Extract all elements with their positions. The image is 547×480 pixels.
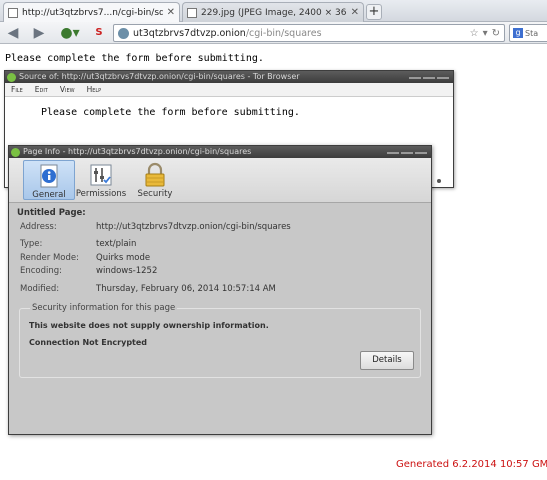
url-host: ut3qtzbrvs7dtvzp.onion [133,27,246,39]
encoding-value[interactable]: windows-1252 [96,266,157,276]
site-identity-icon[interactable] [118,27,129,39]
modified-value[interactable]: Thursday, February 06, 2014 10:57:14 AM [96,284,276,294]
page-info-window: Page Info - http://ut3qtzbrvs7dtvzp.onio… [8,145,432,435]
reload-icon[interactable]: ↻ [492,28,500,39]
page-info-toolbar: General Permissions Security [9,158,431,203]
menu-view[interactable]: View [60,83,75,96]
url-bar[interactable]: ut3qtzbrvs7dtvzp.onion /cgi-bin/squares … [113,24,505,42]
page-icon [8,7,18,18]
details-button[interactable]: Details [360,351,414,370]
tab-security[interactable]: Security [129,160,181,200]
tab-permissions[interactable]: Permissions [75,160,127,200]
dropdown-icon[interactable]: ▾ [483,28,488,39]
forward-arrow-icon[interactable]: ▶ [32,25,46,41]
search-engine-icon[interactable]: g [513,28,523,38]
nav-bar: ◀ ▶ ●▾ S ut3qtzbrvs7dtvzp.onion /cgi-bin… [0,22,547,44]
permissions-icon [88,162,114,188]
noscript-icon[interactable]: S [92,25,106,41]
connection-status: Connection Not Encrypted [29,338,148,347]
back-arrow-icon[interactable]: ◀ [6,25,20,41]
menu-file[interactable]: File [11,83,23,96]
tab-strip: http://ut3qtzbrvs7...n/cgi-bin/squares ✕… [0,0,547,22]
info-icon [36,163,62,189]
tab-label: http://ut3qtzbrvs7...n/cgi-bin/squares [22,7,163,18]
menu-help[interactable]: Help [87,83,102,96]
bookmark-star-icon[interactable]: ☆ [470,28,479,39]
url-path: /cgi-bin/squares [245,27,322,39]
tab-general-label: General [32,190,66,200]
address-value[interactable]: http://ut3qtzbrvs7dtvzp.onion/cgi-bin/sq… [96,222,291,232]
window-controls[interactable] [387,150,431,154]
lock-icon [142,162,168,188]
address-label: Address: [20,222,57,232]
generated-timestamp: Generated 6.2.2014 10:57 GMT [396,459,547,470]
tab-general[interactable]: General [23,160,75,200]
tor-onion-icon[interactable]: ●▾ [58,25,82,41]
image-icon [187,7,197,18]
tab-jpeg-image[interactable]: 229.jpg (JPEG Image, 2400 × 3600 pixe...… [182,2,364,22]
modified-label: Modified: [20,284,60,294]
tor-browser-icon [7,72,16,82]
type-value[interactable]: text/plain [96,239,136,249]
resize-grip-icon[interactable] [437,179,441,183]
close-icon[interactable]: ✕ [351,7,359,18]
search-input[interactable]: g Sta [509,24,547,42]
page-message: Please complete the form before submitti… [5,53,264,64]
tab-label: 229.jpg (JPEG Image, 2400 × 3600 pixe... [201,7,347,18]
source-menu-bar: File Edit View Help [5,83,453,97]
security-legend: Security information for this page [30,303,178,313]
source-title-bar[interactable]: Source of: http://ut3qtzbrvs7dtvzp.onion… [5,71,453,83]
render-mode-value[interactable]: Quirks mode [96,253,150,263]
page-info-title-bar[interactable]: Page Info - http://ut3qtzbrvs7dtvzp.onio… [9,146,431,158]
window-controls[interactable] [409,75,453,79]
page-info-title: Page Info - http://ut3qtzbrvs7dtvzp.onio… [23,147,252,156]
tor-browser-icon [11,147,20,157]
security-info-group: Security information for this page This … [19,303,421,378]
source-window-title: Source of: http://ut3qtzbrvs7dtvzp.onion… [19,72,300,81]
encoding-label: Encoding: [20,266,63,276]
render-mode-label: Render Mode: [20,253,79,263]
tab-squares[interactable]: http://ut3qtzbrvs7...n/cgi-bin/squares ✕ [3,2,180,22]
search-placeholder: Sta [525,28,539,38]
tab-permissions-label: Permissions [75,189,127,199]
new-tab-button[interactable]: + [366,4,382,20]
ownership-text: This website does not supply ownership i… [29,321,269,330]
close-icon[interactable]: ✕ [167,7,175,18]
menu-edit[interactable]: Edit [35,83,48,96]
tab-security-label: Security [137,189,173,199]
type-label: Type: [20,239,43,249]
page-title-label: Untitled Page: [17,208,86,218]
